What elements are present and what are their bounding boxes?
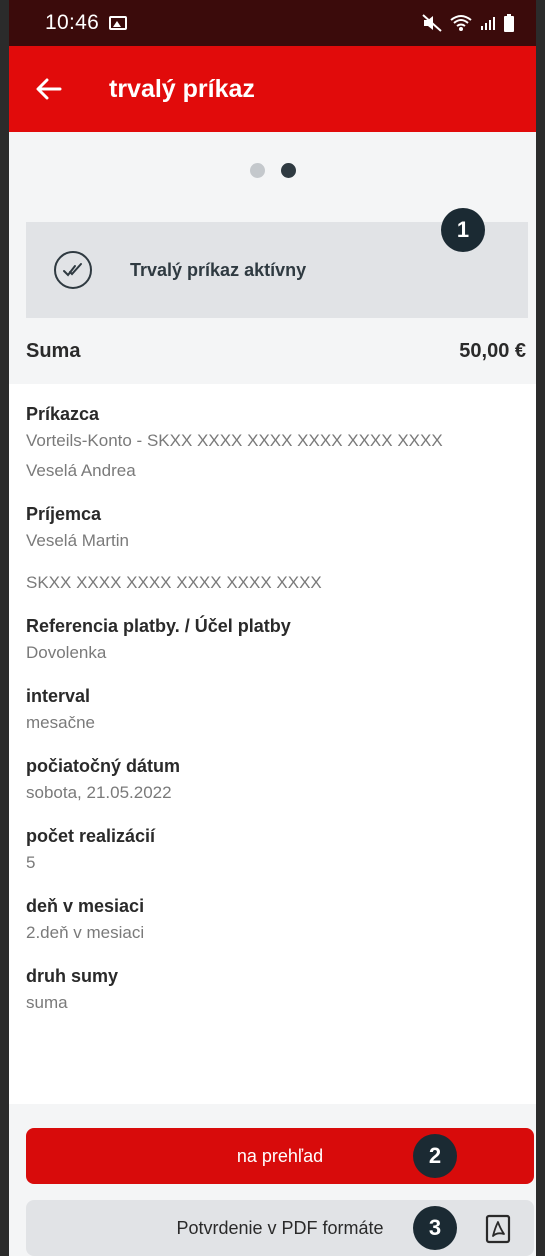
gallery-icon [109, 16, 128, 30]
payer-account: Vorteils-Konto - SKXX XXXX XXXX XXXX XXX… [26, 431, 443, 450]
check-circle-icon [54, 251, 92, 289]
wifi-icon [450, 14, 472, 32]
mute-icon [422, 14, 442, 32]
annotation-badge-3: 3 [413, 1206, 457, 1250]
field-label: druh sumy [26, 966, 119, 986]
field-interval: interval mesačne [26, 684, 526, 738]
field-label: Príkazca [26, 404, 100, 424]
field-payer: Príkazca Vorteils-Konto - SKXX XXXX XXXX… [26, 402, 526, 486]
page-dot-1[interactable] [249, 162, 265, 178]
annotation-badge-2: 2 [413, 1134, 457, 1178]
field-value: 5 [26, 853, 36, 872]
recipient-name: Veselá Martin [26, 531, 129, 550]
status-icons [422, 14, 514, 32]
field-label: Referencia platby. / Účel platby [26, 616, 291, 636]
status-text: Trvalý príkaz aktívny [130, 259, 307, 280]
back-arrow-icon [36, 78, 62, 100]
field-label: Príjemca [26, 504, 102, 524]
field-value: 2.deň v mesiaci [26, 923, 145, 942]
field-amount-type: druh sumy suma [26, 964, 526, 1018]
sum-row: Suma 50,00 € [9, 318, 536, 384]
pdf-button-label: Potvrdenie v PDF formáte [176, 1217, 384, 1238]
field-value: mesačne [26, 713, 95, 732]
phone-frame: 10:46 trvalý príkaz Trvalý príkaz aktívn… [0, 0, 545, 1256]
signal-icon [480, 15, 496, 31]
field-label: interval [26, 686, 91, 706]
status-bar: 10:46 [9, 0, 536, 46]
page-title: trvalý príkaz [109, 74, 255, 103]
sum-label: Suma [26, 339, 81, 362]
details-panel: Príkazca Vorteils-Konto - SKXX XXXX XXXX… [9, 384, 536, 1104]
page-indicator [9, 132, 536, 208]
payer-name: Veselá Andrea [26, 461, 136, 480]
field-label: počiatočný dátum [26, 756, 181, 776]
content: Trvalý príkaz aktívny 1 Suma 50,00 € Prí… [9, 132, 536, 1256]
field-reference: Referencia platby. / Účel platby Dovolen… [26, 614, 526, 668]
app-bar: trvalý príkaz [9, 46, 536, 132]
field-recipient: Príjemca Veselá Martin SKXX XXXX XXXX XX… [26, 502, 526, 598]
field-value: Dovolenka [26, 643, 107, 662]
back-button[interactable] [9, 46, 89, 132]
sum-value: 50,00 € [459, 339, 526, 362]
battery-icon [504, 14, 514, 32]
field-start-date: počiatočný dátum sobota, 21.05.2022 [26, 754, 526, 808]
pdf-confirmation-button[interactable]: Potvrdenie v PDF formáte [26, 1200, 534, 1256]
field-count: počet realizácií 5 [26, 824, 526, 878]
overview-button-label: na prehľad [236, 1145, 324, 1166]
annotation-badge-1: 1 [441, 208, 485, 252]
page-dot-2[interactable] [280, 162, 296, 178]
recipient-account: SKXX XXXX XXXX XXXX XXXX XXXX [26, 573, 322, 592]
field-label: počet realizácií [26, 826, 156, 846]
field-day: deň v mesiaci 2.deň v mesiaci [26, 894, 526, 948]
field-label: deň v mesiaci [26, 896, 145, 916]
pdf-icon [485, 1214, 511, 1244]
overview-button[interactable]: na prehľad [26, 1128, 534, 1184]
field-value: sobota, 21.05.2022 [26, 783, 172, 802]
status-time: 10:46 [45, 11, 100, 34]
field-value: suma [26, 993, 68, 1012]
status-card: Trvalý príkaz aktívny 1 [26, 208, 528, 318]
